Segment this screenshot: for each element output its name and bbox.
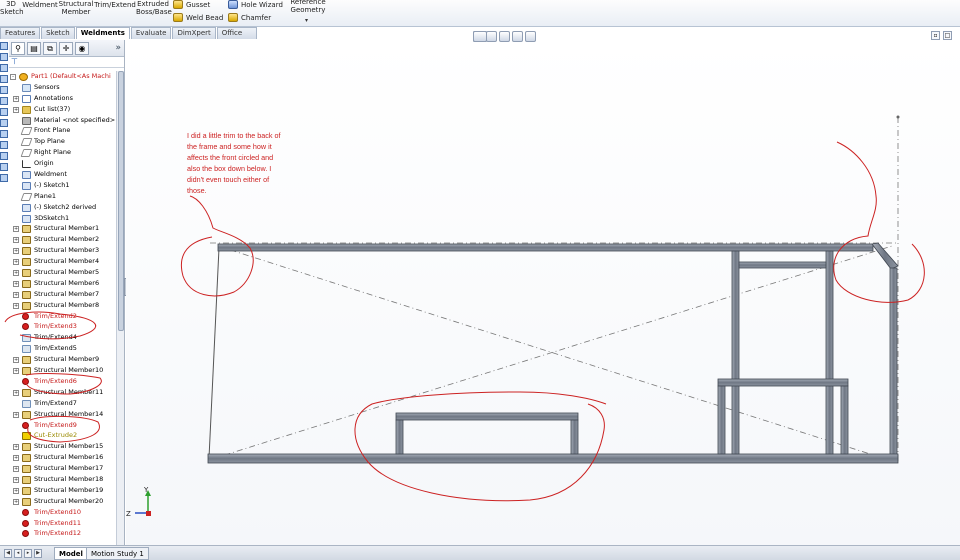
model-drawing: Y Z	[4, 115, 925, 518]
circle-lower-box	[354, 391, 607, 502]
circle-rear-corner	[833, 141, 925, 303]
first-tab-icon[interactable]: ◀	[4, 549, 12, 558]
circle-tree-trim-9	[27, 415, 100, 443]
triad-y-label: Y	[143, 486, 149, 494]
triad-origin-icon	[146, 511, 151, 516]
short-post-member[interactable]	[840, 385, 849, 455]
last-tab-icon[interactable]: ▶	[34, 549, 42, 558]
circle-tree-trim-6	[25, 373, 102, 395]
previous-tab-icon[interactable]: ◂	[14, 549, 22, 558]
front-sketch-edge	[208, 247, 220, 459]
middle-crossbar-member[interactable]	[717, 378, 849, 387]
inner-post-member[interactable]	[825, 250, 834, 455]
bottom-rail-member[interactable]	[207, 453, 899, 464]
circle-tree-trim-2-3	[4, 311, 97, 340]
top-rail-member[interactable]	[217, 243, 874, 252]
next-tab-icon[interactable]: ▸	[24, 549, 32, 558]
diagonal-construction-line	[217, 245, 893, 462]
triad-z-label: Z	[126, 510, 131, 518]
angled-corner-member[interactable]	[871, 242, 899, 270]
solidworks-window: 3D Sketch Weldment Structural Member Tri…	[0, 0, 960, 560]
sketch-point	[896, 115, 900, 119]
bottom-tab-bar: ◀ ◂ ▸ ▶ Model Motion Study 1	[0, 545, 960, 560]
inner-post-member[interactable]	[731, 250, 740, 455]
construction-lines	[210, 117, 899, 462]
tab-model[interactable]: Model	[54, 547, 88, 560]
red-annotation-markup	[4, 141, 925, 502]
rear-post-member[interactable]	[889, 267, 898, 461]
box-post-member[interactable]	[395, 419, 404, 455]
short-post-member[interactable]	[717, 385, 726, 455]
annotation-note-text: I did a little trim to the back of the f…	[187, 131, 281, 195]
diagonal-construction-line	[211, 245, 893, 460]
box-post-member[interactable]	[570, 419, 579, 455]
box-top-member[interactable]	[395, 412, 579, 421]
orientation-triad: Y Z	[126, 486, 151, 518]
tab-motion-study[interactable]: Motion Study 1	[86, 547, 149, 560]
upper-crossbar-member[interactable]	[738, 261, 827, 269]
